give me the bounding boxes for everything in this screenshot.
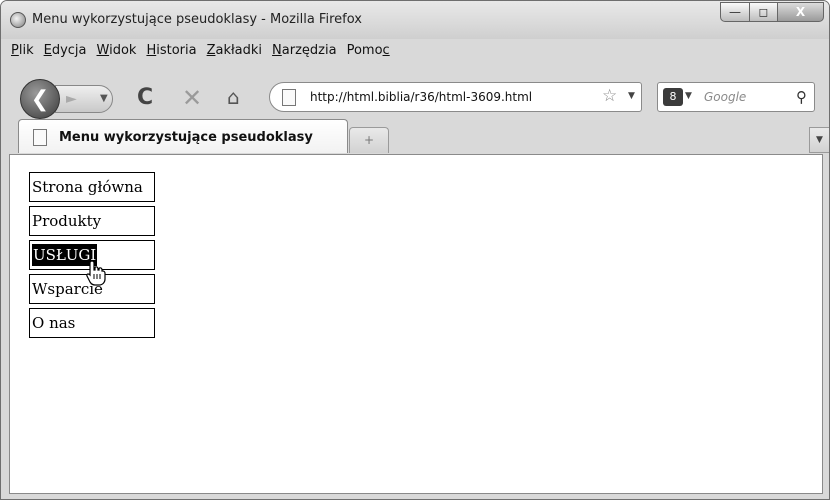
plus-icon: + (363, 133, 375, 147)
title-bar: Menu wykorzystujące pseudoklasy - Mozill… (1, 1, 829, 39)
menu-item-narzedzia[interactable]: Narzędzia (267, 43, 342, 58)
page-content: Strona główna Produkty USŁUGI Wsparcie O… (9, 154, 823, 494)
menu-item-widok[interactable]: Widok (92, 43, 142, 58)
star-icon[interactable]: ☆ (602, 86, 617, 106)
back-arrow-icon: ❮ (30, 86, 50, 112)
url-bar[interactable]: http://html.biblia/r36/html-3609.html ☆ … (269, 82, 642, 112)
nav-menu: Strona główna Produkty USŁUGI Wsparcie O… (29, 172, 155, 342)
forward-arrow-icon: ► (66, 91, 77, 107)
maximize-button[interactable]: ◻ (750, 2, 778, 22)
menu-link-strona-glowna[interactable]: Strona główna (29, 172, 155, 202)
window-title: Menu wykorzystujące pseudoklasy - Mozill… (32, 12, 362, 27)
close-button[interactable]: X (778, 2, 824, 22)
hand-cursor-icon (86, 260, 106, 286)
search-engine-dropdown-icon[interactable]: ▼ (685, 91, 692, 101)
minimize-button[interactable]: — (720, 2, 750, 22)
history-dropdown-icon[interactable]: ▼ (100, 85, 108, 113)
window-controls: — ◻ X (720, 2, 824, 22)
menu-item-plik[interactable]: Plik (9, 43, 39, 58)
page-icon (33, 129, 47, 146)
reload-icon[interactable]: C (137, 85, 153, 110)
tab-list-dropdown-icon[interactable]: ▼ (809, 127, 829, 153)
stop-icon[interactable]: ✕ (182, 84, 202, 112)
magnify-icon[interactable]: ⚲ (796, 88, 807, 106)
menu-bar: Plik Edycja Widok Historia Zakładki Narz… (9, 43, 395, 58)
new-tab-button[interactable]: + (349, 127, 389, 153)
search-bar[interactable]: 8 ▼ Google ⚲ (657, 82, 815, 112)
navigation-toolbar: ► ▼ ❮ C ✕ ⌂ http://html.biblia/r36/html-… (1, 67, 829, 119)
menu-link-produkty[interactable]: Produkty (29, 206, 155, 236)
page-icon (282, 89, 296, 106)
menu-link-o-nas[interactable]: O nas (29, 308, 155, 338)
home-icon[interactable]: ⌂ (227, 85, 240, 109)
firefox-icon (10, 12, 26, 28)
back-button[interactable]: ❮ (20, 79, 60, 119)
url-dropdown-icon[interactable]: ▼ (628, 91, 635, 101)
menu-item-zakladki[interactable]: Zakładki (202, 43, 267, 58)
tab-label: Menu wykorzystujące pseudoklasy (59, 130, 313, 145)
menu-item-pomoc[interactable]: Pomoc (342, 43, 395, 58)
tab-active[interactable]: Menu wykorzystujące pseudoklasy (18, 119, 348, 153)
menu-item-edycja[interactable]: Edycja (39, 43, 92, 58)
search-input[interactable]: Google (704, 90, 746, 104)
menu-item-historia[interactable]: Historia (141, 43, 201, 58)
browser-window: Menu wykorzystujące pseudoklasy - Mozill… (0, 0, 830, 500)
tab-strip: Menu wykorzystujące pseudoklasy + ▼ (1, 117, 829, 155)
google-icon[interactable]: 8 (663, 88, 683, 106)
url-input[interactable]: http://html.biblia/r36/html-3609.html (310, 90, 532, 104)
